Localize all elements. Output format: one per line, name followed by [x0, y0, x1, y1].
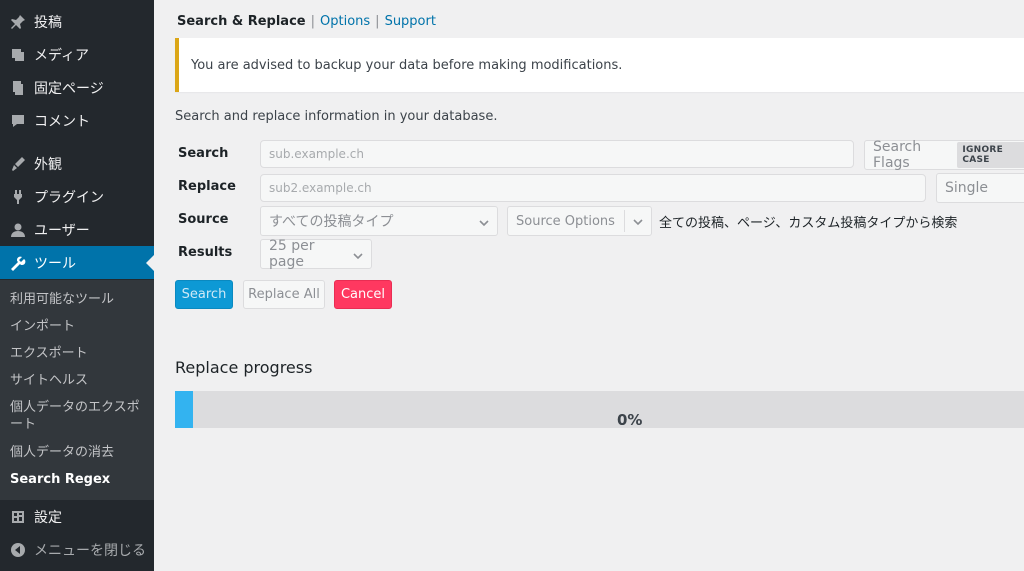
chevron-down-icon: [353, 249, 363, 260]
submenu-search-regex[interactable]: Search Regex: [10, 471, 150, 488]
menu-item-users[interactable]: ユーザー: [0, 213, 154, 246]
search-flags-select[interactable]: Search Flags IGNORE CASE: [864, 139, 1024, 171]
menu-label: 設定: [34, 509, 62, 526]
ignore-case-badge[interactable]: IGNORE CASE: [957, 142, 1024, 168]
search-label: Search: [178, 146, 229, 161]
source-select[interactable]: すべての投稿タイプ: [260, 206, 498, 236]
chevron-down-icon: [633, 216, 643, 226]
appearance-icon: [8, 154, 28, 174]
source-options-select[interactable]: Source Options: [507, 206, 652, 236]
menu-item-pages[interactable]: 固定ページ: [0, 71, 154, 104]
progress-title: Replace progress: [175, 358, 313, 377]
replace-all-button[interactable]: Replace All: [243, 280, 325, 309]
results-per-page-value: 25 per page: [269, 238, 315, 270]
replace-label: Replace: [178, 179, 236, 194]
menu-label: 外観: [34, 156, 62, 173]
pin-icon: [8, 12, 28, 32]
submenu-export-personal-data[interactable]: 個人データのエクスポート: [10, 399, 150, 433]
menu-label: 固定ページ: [34, 80, 104, 97]
menu-label: ユーザー: [34, 222, 90, 239]
settings-icon: [8, 507, 28, 527]
collapse-icon: [8, 540, 28, 560]
submenu-erase-personal-data[interactable]: 個人データの消去: [10, 444, 150, 461]
search-input[interactable]: sub.example.ch: [260, 140, 854, 168]
wrench-icon: [8, 253, 28, 273]
replace-mode-select[interactable]: Single: [936, 173, 1024, 203]
tools-submenu: 利用可能なツール インポート エクスポート サイトヘルス 個人データのエクスポー…: [0, 280, 154, 500]
menu-label: コメント: [34, 113, 90, 130]
submenu-import[interactable]: インポート: [10, 318, 150, 335]
menu-item-appearance[interactable]: 外観: [0, 147, 154, 180]
tab-support[interactable]: Support: [385, 14, 436, 29]
replace-input[interactable]: sub2.example.ch: [260, 174, 926, 202]
progress-percent: 0%: [617, 411, 643, 429]
collapse-menu-button[interactable]: メニューを閉じる: [0, 533, 154, 566]
results-label: Results: [178, 245, 233, 260]
page-description: Search and replace information in your d…: [175, 109, 498, 124]
menu-label: メニューを閉じる: [34, 542, 146, 559]
tab-options[interactable]: Options: [320, 14, 370, 29]
replace-progress-bar: 0%: [175, 391, 1024, 429]
notice-text: You are advised to backup your data befo…: [191, 57, 623, 73]
subsubsub-tabs: Search & Replace | Options | Support: [177, 14, 436, 29]
main-content: Search & Replace | Options | Support You are…: [154, 0, 1024, 571]
source-label: Source: [178, 212, 229, 227]
menu-label: プラグイン: [34, 189, 104, 206]
search-flags-label: Search Flags: [873, 139, 922, 171]
user-icon: [8, 220, 28, 240]
tab-search-replace[interactable]: Search & Replace: [177, 14, 306, 29]
replace-mode-value: Single: [945, 180, 989, 196]
tab-separator: |: [310, 14, 315, 29]
menu-item-plugins[interactable]: プラグイン: [0, 180, 154, 213]
menu-item-media[interactable]: メディア: [0, 38, 154, 71]
search-input-value: sub.example.ch: [269, 147, 364, 161]
menu-item-posts[interactable]: 投稿: [0, 5, 154, 38]
submenu-site-health[interactable]: サイトヘルス: [10, 372, 150, 389]
progress-fill: [175, 391, 193, 428]
admin-sidebar: 投稿 メディア 固定ページ コメント 外観 プラグイン ユーザー ツール 利用可…: [0, 0, 154, 571]
plugin-icon: [8, 187, 28, 207]
tab-separator: |: [375, 14, 380, 29]
results-per-page-select[interactable]: 25 per page: [260, 238, 372, 270]
menu-label: メディア: [34, 47, 90, 64]
search-button[interactable]: Search: [175, 280, 233, 309]
menu-label: 投稿: [34, 14, 62, 31]
chevron-down-icon: [479, 216, 489, 227]
menu-label: ツール: [34, 255, 76, 272]
comment-icon: [8, 111, 28, 131]
source-options-toggle[interactable]: [624, 210, 643, 232]
menu-item-settings[interactable]: 設定: [0, 500, 154, 533]
submenu-available-tools[interactable]: 利用可能なツール: [10, 291, 150, 308]
media-icon: [8, 45, 28, 65]
backup-warning-notice: You are advised to backup your data befo…: [175, 38, 1024, 92]
source-hint: 全ての投稿、ページ、カスタム投稿タイプから検索: [659, 216, 958, 231]
cancel-button[interactable]: Cancel: [334, 280, 392, 309]
replace-input-value: sub2.example.ch: [269, 181, 372, 195]
menu-item-comments[interactable]: コメント: [0, 104, 154, 137]
source-options-label: Source Options: [516, 213, 615, 229]
submenu-export[interactable]: エクスポート: [10, 345, 150, 362]
pages-icon: [8, 78, 28, 98]
menu-item-tools[interactable]: ツール: [0, 246, 154, 279]
source-select-value: すべての投稿タイプ: [269, 214, 394, 230]
